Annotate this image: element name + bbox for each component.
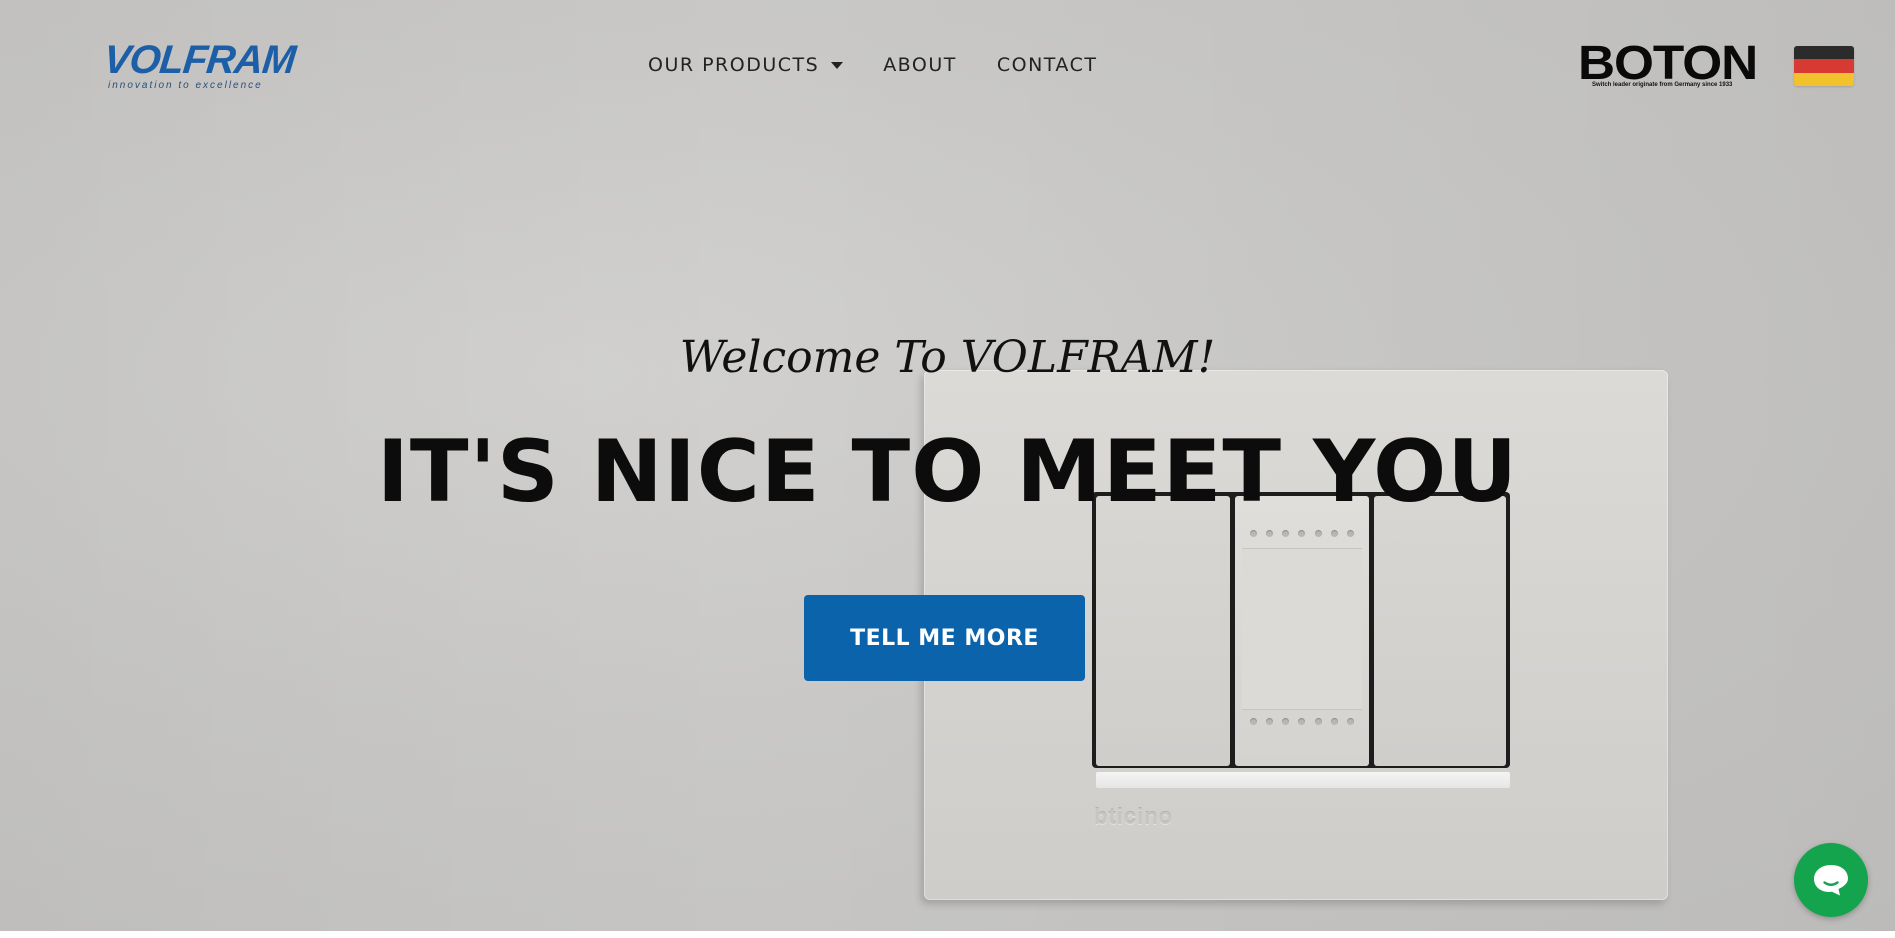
boton-tagline: Switch leader originate from Germany sin…: [1592, 82, 1733, 88]
switch-key-panel: [1242, 548, 1362, 710]
plate-brand-mark: bticino: [1094, 804, 1174, 829]
boton-logo[interactable]: BOTON Switch leader originate from Germa…: [1578, 38, 1758, 92]
page-bottom-strip: [0, 931, 1895, 938]
chat-bubble-icon: [1814, 865, 1848, 896]
nav-contact[interactable]: CONTACT: [997, 54, 1098, 76]
switch-dots-top: [1250, 530, 1354, 538]
volfram-logo[interactable]: VOLFRAM innovation to excellence: [102, 38, 297, 94]
nav-our-products[interactable]: OUR PRODUCTS: [648, 54, 844, 76]
nav-about[interactable]: ABOUT: [883, 54, 957, 76]
chat-widget-button[interactable]: [1794, 843, 1868, 917]
hero-subheading: Welcome To VOLFRAM!: [679, 332, 1216, 383]
switch-light-strip: [1096, 772, 1510, 788]
switch-dots-bottom: [1250, 718, 1354, 726]
switch-key-left: [1096, 496, 1230, 766]
logo-tagline: innovation to excellence: [108, 80, 263, 91]
caret-down-icon: [831, 61, 844, 69]
logo-wordmark: VOLFRAM: [101, 38, 298, 82]
nav-contact-label: CONTACT: [996, 54, 1098, 76]
hero-heading: IT'S NICE TO MEET YOU: [376, 422, 1519, 522]
hero-section: bticino VOLFRAM innovation to excellence…: [0, 0, 1895, 931]
nav-about-label: ABOUT: [883, 54, 957, 76]
german-flag-icon[interactable]: [1794, 46, 1854, 86]
main-nav: OUR PRODUCTS ABOUT CONTACT: [648, 52, 1097, 78]
tell-me-more-button[interactable]: TELL ME MORE: [804, 595, 1085, 681]
switch-key-right: [1374, 496, 1506, 766]
nav-our-products-label: OUR PRODUCTS: [648, 54, 820, 76]
